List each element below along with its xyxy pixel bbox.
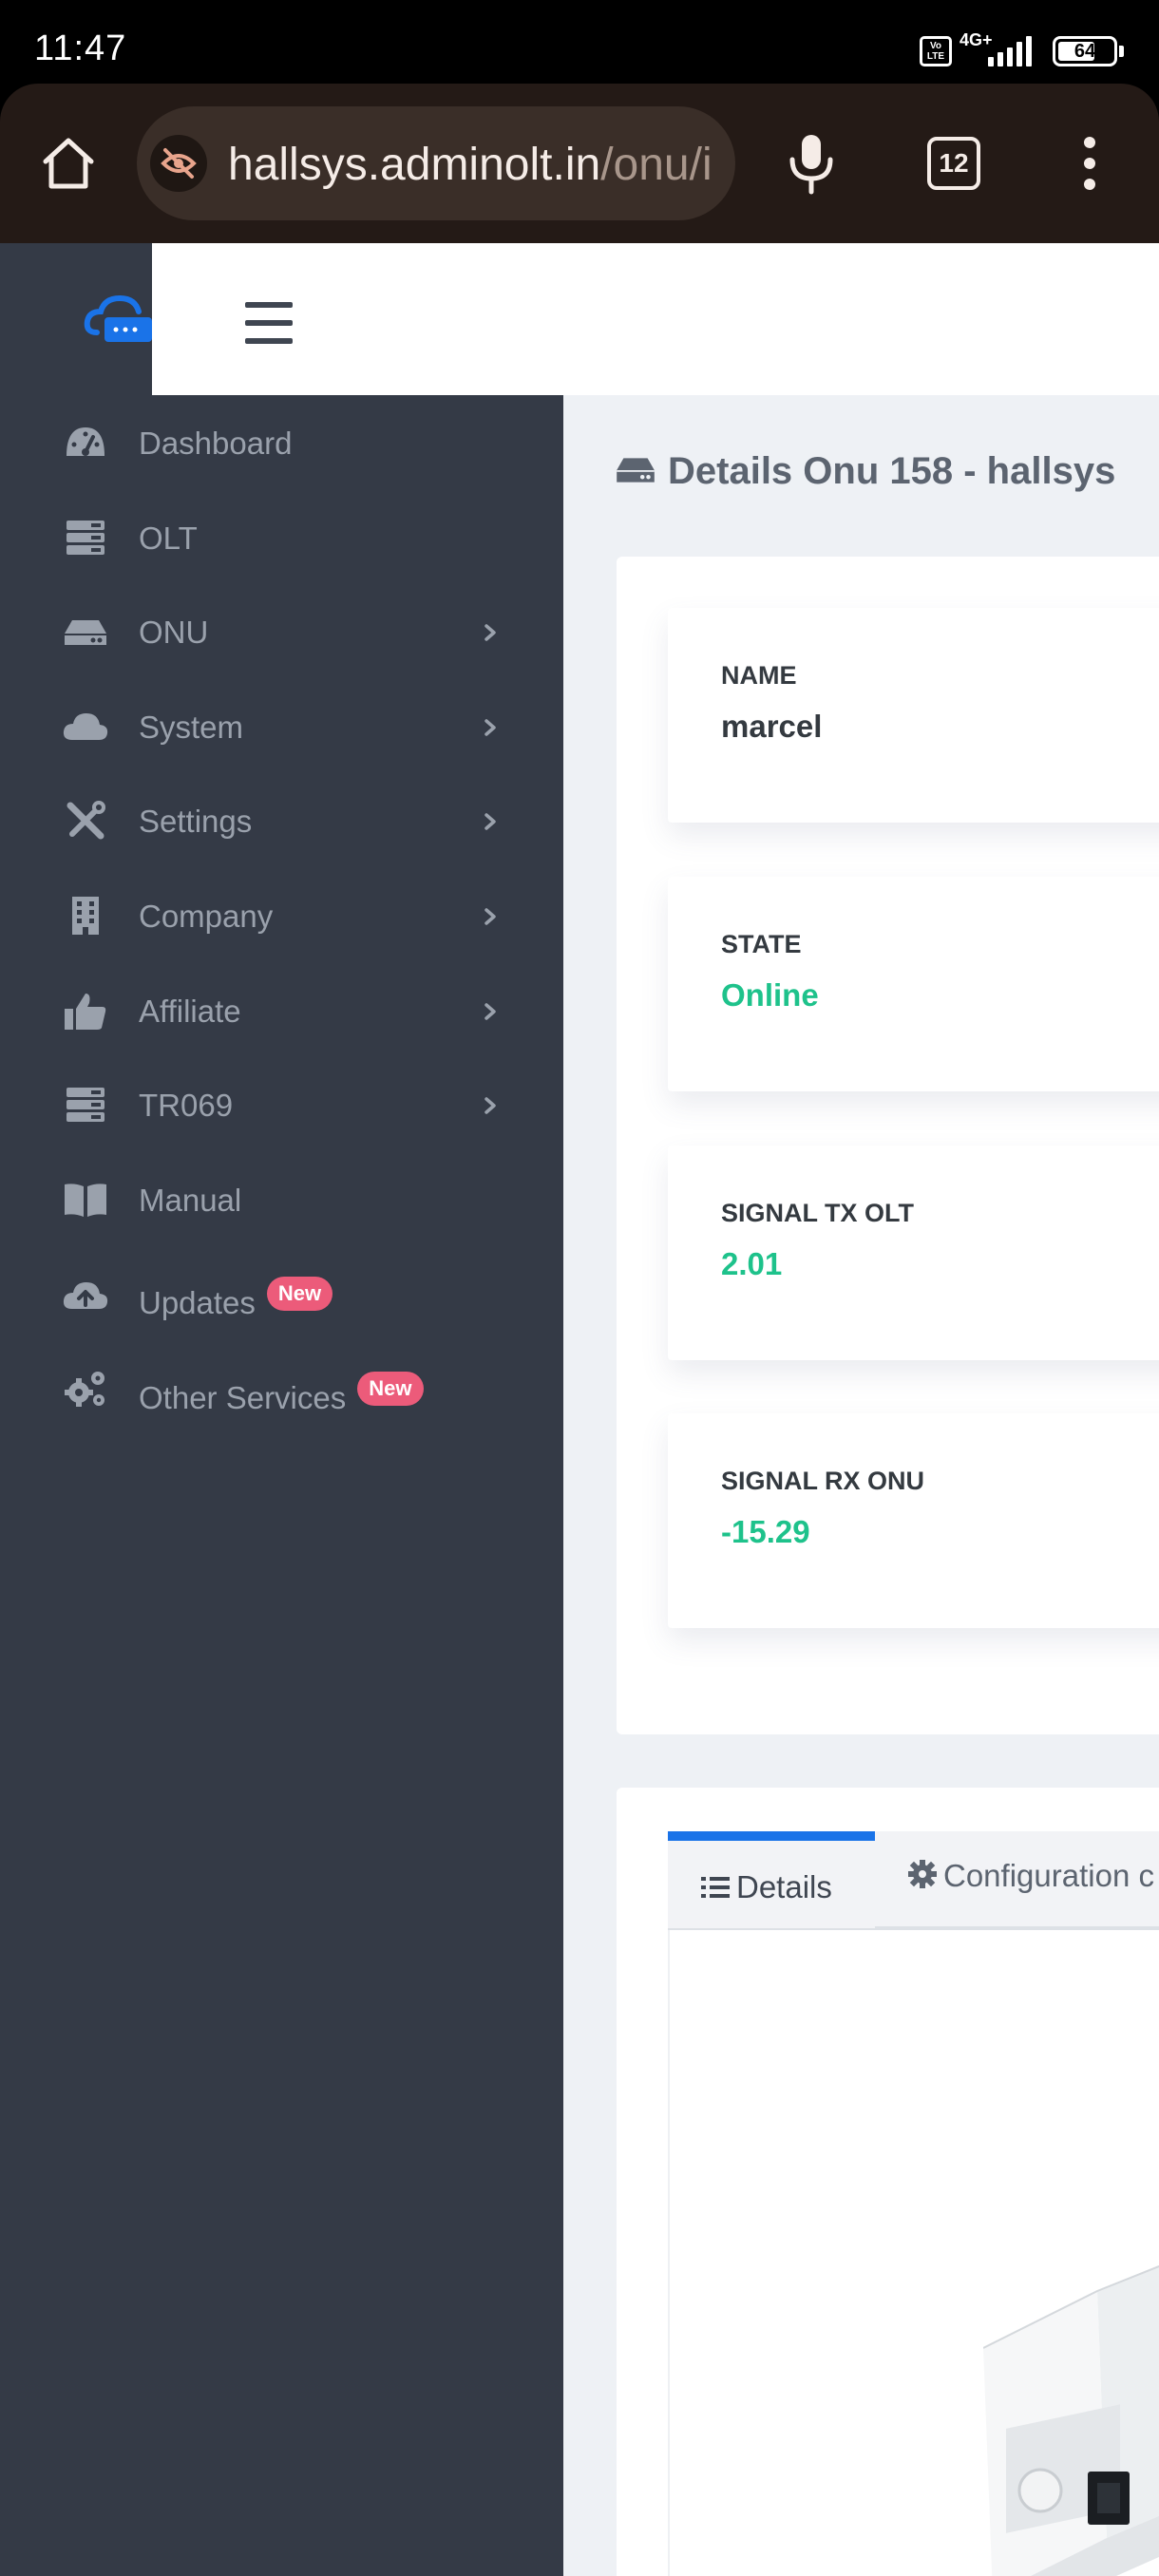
signal-tx-label: SIGNAL TX OLT bbox=[721, 1199, 915, 1227]
cloud-icon bbox=[63, 706, 108, 748]
name-label: NAME bbox=[721, 661, 797, 690]
sidebar-item-label: System bbox=[139, 709, 244, 745]
page-title-text: Details Onu 158 - hallsys bbox=[668, 450, 1116, 492]
status-bar: 11:47 Vo LTE 4G+ 64 bbox=[0, 0, 1159, 84]
sidebar-item-manual[interactable]: Manual bbox=[0, 1152, 563, 1247]
battery-level: 64 bbox=[1074, 41, 1096, 62]
building-icon bbox=[63, 895, 108, 937]
sidebar-item-other-services[interactable]: Other Services New bbox=[0, 1341, 563, 1436]
more-vert-icon[interactable] bbox=[1075, 133, 1104, 194]
sidebar-item-company[interactable]: Company bbox=[0, 868, 563, 963]
volte-icon: Vo LTE bbox=[920, 36, 952, 66]
hdd-icon bbox=[615, 453, 656, 497]
state-value: Online bbox=[721, 977, 819, 1013]
web-page: Dashboard OLT ONU System Settings Compan… bbox=[0, 243, 1159, 2576]
gear-icon bbox=[908, 1860, 937, 1888]
tab-label: Details bbox=[700, 1869, 832, 1905]
signal-rx-value: -15.29 bbox=[721, 1514, 810, 1549]
address-bar[interactable]: hallsys.adminolt.in/onu/i bbox=[137, 106, 735, 220]
sidebar-item-updates[interactable]: Updates New bbox=[0, 1246, 563, 1341]
tab-label: Configuration c bbox=[907, 1858, 1154, 1894]
list-icon bbox=[701, 1877, 730, 1898]
sidebar-item-label: Settings bbox=[139, 804, 253, 840]
url-path: /onu/i bbox=[600, 140, 712, 190]
chevron-right-icon bbox=[483, 1001, 498, 1022]
status-time: 11:47 bbox=[34, 28, 127, 68]
chevron-right-icon bbox=[483, 811, 498, 832]
signal-rx-card: SIGNAL RX ONU -15.29 bbox=[668, 1413, 1159, 1628]
sidebar-item-label: Updates New bbox=[139, 1277, 333, 1321]
onu-device-image bbox=[982, 2215, 1159, 2576]
sidebar: Dashboard OLT ONU System Settings Compan… bbox=[0, 243, 563, 2576]
thumbs-up-icon bbox=[63, 990, 108, 1032]
sidebar-item-settings[interactable]: Settings bbox=[0, 773, 563, 868]
tab-details-text: Details bbox=[736, 1869, 832, 1904]
signal-tx-value: 2.01 bbox=[721, 1246, 783, 1281]
dashboard-gauge-icon bbox=[63, 422, 108, 464]
cloud-upload-icon bbox=[63, 1273, 108, 1315]
mic-icon[interactable] bbox=[785, 129, 838, 198]
signal-tx-card: SIGNAL TX OLT 2.01 bbox=[668, 1146, 1159, 1360]
chevron-right-icon bbox=[483, 717, 498, 738]
sidebar-item-label: Manual bbox=[139, 1182, 242, 1218]
url-domain: hallsys.adminolt.in bbox=[228, 140, 601, 190]
tabs-icon[interactable]: 12 bbox=[927, 137, 980, 190]
main-content: Details Onu 158 - hallsys NAME marcel ST… bbox=[563, 395, 1159, 2576]
sidebar-nav: Dashboard OLT ONU System Settings Compan… bbox=[0, 395, 563, 1436]
server-icon bbox=[63, 1084, 108, 1126]
sidebar-item-dashboard[interactable]: Dashboard bbox=[0, 395, 563, 490]
tab-configuration[interactable]: Configuration c bbox=[875, 1831, 1159, 1928]
sidebar-item-label: Dashboard bbox=[139, 426, 293, 461]
sidebar-item-text: Other Services bbox=[139, 1379, 347, 1415]
sidebar-item-label: ONU bbox=[139, 615, 209, 651]
url-text[interactable]: hallsys.adminolt.in/onu/i bbox=[228, 139, 712, 191]
sidebar-item-olt[interactable]: OLT bbox=[0, 490, 563, 585]
cogs-icon bbox=[63, 1368, 108, 1410]
new-badge: New bbox=[266, 1277, 333, 1312]
sidebar-item-label: OLT bbox=[139, 520, 198, 556]
sidebar-item-label: Company bbox=[139, 898, 274, 934]
onu-summary-card: NAME marcel STATE Online SIGNAL TX OLT 2… bbox=[617, 557, 1159, 1734]
name-value: marcel bbox=[721, 709, 823, 744]
status-icons: Vo LTE 4G+ 64 bbox=[874, 28, 1159, 76]
chevron-right-icon bbox=[483, 906, 498, 927]
onu-tabs-card: Details Configuration c bbox=[617, 1788, 1159, 2576]
home-icon[interactable] bbox=[38, 133, 99, 194]
sidebar-item-affiliate[interactable]: Affiliate bbox=[0, 963, 563, 1058]
new-badge: New bbox=[357, 1371, 424, 1406]
hamburger-menu-icon[interactable] bbox=[245, 302, 293, 344]
page-title: Details Onu 158 - hallsys bbox=[615, 450, 1115, 497]
sidebar-item-tr069[interactable]: TR069 bbox=[0, 1057, 563, 1152]
logo-icon[interactable] bbox=[84, 291, 152, 351]
chevron-right-icon bbox=[483, 622, 498, 643]
battery-icon: 64 bbox=[1053, 36, 1117, 66]
sidebar-item-label: TR069 bbox=[139, 1088, 234, 1124]
state-label: STATE bbox=[721, 930, 802, 958]
server-icon bbox=[63, 517, 108, 559]
signal-rx-label: SIGNAL RX ONU bbox=[721, 1467, 925, 1495]
chevron-right-icon bbox=[483, 1095, 498, 1116]
book-icon bbox=[63, 1179, 108, 1221]
sidebar-item-text: Updates bbox=[139, 1285, 256, 1321]
state-card: STATE Online bbox=[668, 877, 1159, 1091]
incognito-eye-off-icon[interactable] bbox=[150, 135, 207, 192]
tools-icon bbox=[63, 800, 108, 842]
tab-configuration-text: Configuration c bbox=[943, 1858, 1154, 1893]
sidebar-item-label: Affiliate bbox=[139, 993, 241, 1029]
sidebar-item-system[interactable]: System bbox=[0, 679, 563, 774]
top-navbar bbox=[152, 243, 1159, 395]
sidebar-item-label: Other Services New bbox=[139, 1371, 424, 1416]
sidebar-item-onu[interactable]: ONU bbox=[0, 584, 563, 679]
signal-strength-icon bbox=[984, 36, 1041, 66]
name-card: NAME marcel bbox=[668, 608, 1159, 823]
details-tab-panel bbox=[668, 1930, 1159, 2576]
hdd-icon bbox=[63, 611, 108, 653]
browser-toolbar: hallsys.adminolt.in/onu/i 12 bbox=[0, 84, 1159, 243]
tab-details[interactable]: Details bbox=[668, 1831, 875, 1928]
